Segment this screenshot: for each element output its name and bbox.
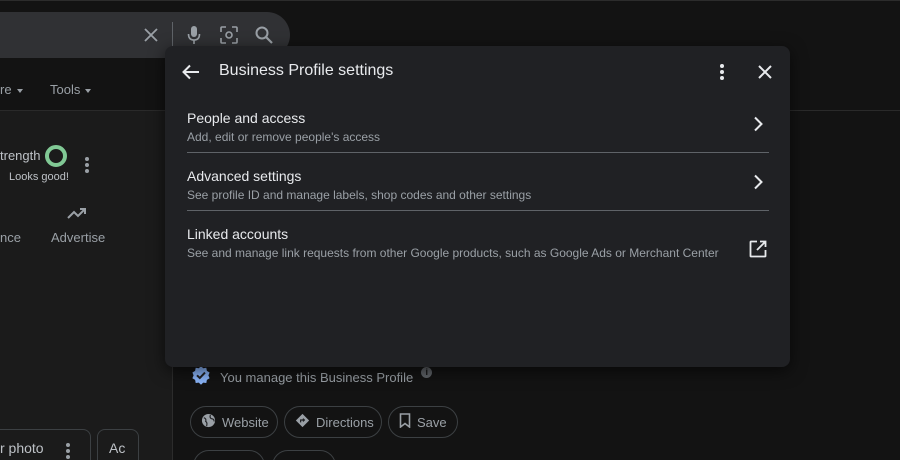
top-border	[0, 0, 900, 1]
website-button[interactable]: Website	[190, 406, 278, 438]
verified-badge-icon	[191, 365, 211, 390]
more-options-icon[interactable]	[85, 157, 89, 175]
search-divider	[172, 22, 173, 48]
directions-button[interactable]: Directions	[284, 406, 382, 438]
managed-notice-text: You manage this Business Profile	[220, 369, 414, 385]
more-options-icon[interactable]	[710, 60, 734, 84]
dialog-title: Business Profile settings	[219, 62, 394, 79]
chevron-right-icon[interactable]	[746, 170, 770, 194]
website-label: Website	[222, 414, 269, 430]
action-partial-label[interactable]: nce	[0, 230, 21, 245]
save-label: Save	[417, 414, 447, 430]
action-chip[interactable]	[272, 450, 336, 460]
chevron-down-icon	[16, 88, 23, 93]
page: re Tools trength Looks good! nce Adverti…	[0, 0, 900, 460]
nav-more-label: re	[0, 82, 12, 97]
lens-camera-icon[interactable]	[218, 24, 240, 46]
advanced-settings-item[interactable]: Advanced settings See profile ID and man…	[187, 167, 769, 204]
strength-ring-icon	[45, 145, 67, 167]
open-in-new-icon[interactable]	[746, 237, 770, 261]
bookmark-icon	[399, 413, 417, 431]
item-description: Add, edit or remove people's access	[187, 130, 381, 144]
item-description: See and manage link requests from other …	[187, 246, 719, 260]
clear-search-icon[interactable]	[140, 24, 162, 46]
action-chip[interactable]	[193, 450, 265, 460]
directions-label: Directions	[316, 414, 374, 430]
more-options-icon[interactable]	[66, 443, 70, 460]
info-icon[interactable]: i	[421, 366, 433, 378]
back-arrow-icon[interactable]	[179, 60, 203, 84]
close-icon[interactable]	[753, 60, 777, 84]
globe-icon	[201, 413, 222, 431]
profile-strength-status: Looks good!	[9, 171, 69, 183]
search-icon[interactable]	[253, 24, 275, 46]
managed-notice: You manage this Business Profile i	[191, 365, 433, 390]
people-and-access-item[interactable]: People and access Add, edit or remove pe…	[187, 109, 769, 146]
save-button[interactable]: Save	[388, 406, 458, 438]
nav-tools-tab[interactable]: Tools	[50, 82, 92, 100]
microphone-icon[interactable]	[183, 24, 205, 46]
nav-tools-label: Tools	[50, 82, 81, 97]
trending-up-icon	[67, 206, 87, 225]
photo-card-label: r photo	[0, 440, 44, 456]
item-title: People and access	[187, 110, 306, 126]
chevron-down-icon	[85, 88, 92, 93]
business-profile-settings-dialog: Business Profile settings People and acc…	[165, 46, 790, 367]
item-title: Linked accounts	[187, 226, 289, 242]
item-title: Advanced settings	[187, 168, 302, 184]
ad-card-label: Ac	[109, 440, 126, 456]
advertise-button[interactable]: Advertise	[51, 230, 105, 245]
item-description: See profile ID and manage labels, shop c…	[187, 188, 532, 202]
chevron-right-icon[interactable]	[746, 112, 770, 136]
directions-icon	[295, 413, 316, 431]
nav-more-tab[interactable]: re	[0, 82, 23, 100]
item-divider	[187, 210, 769, 211]
linked-accounts-item[interactable]: Linked accounts See and manage link requ…	[187, 225, 769, 262]
profile-strength-label: trength	[0, 148, 41, 163]
item-divider	[187, 152, 769, 153]
